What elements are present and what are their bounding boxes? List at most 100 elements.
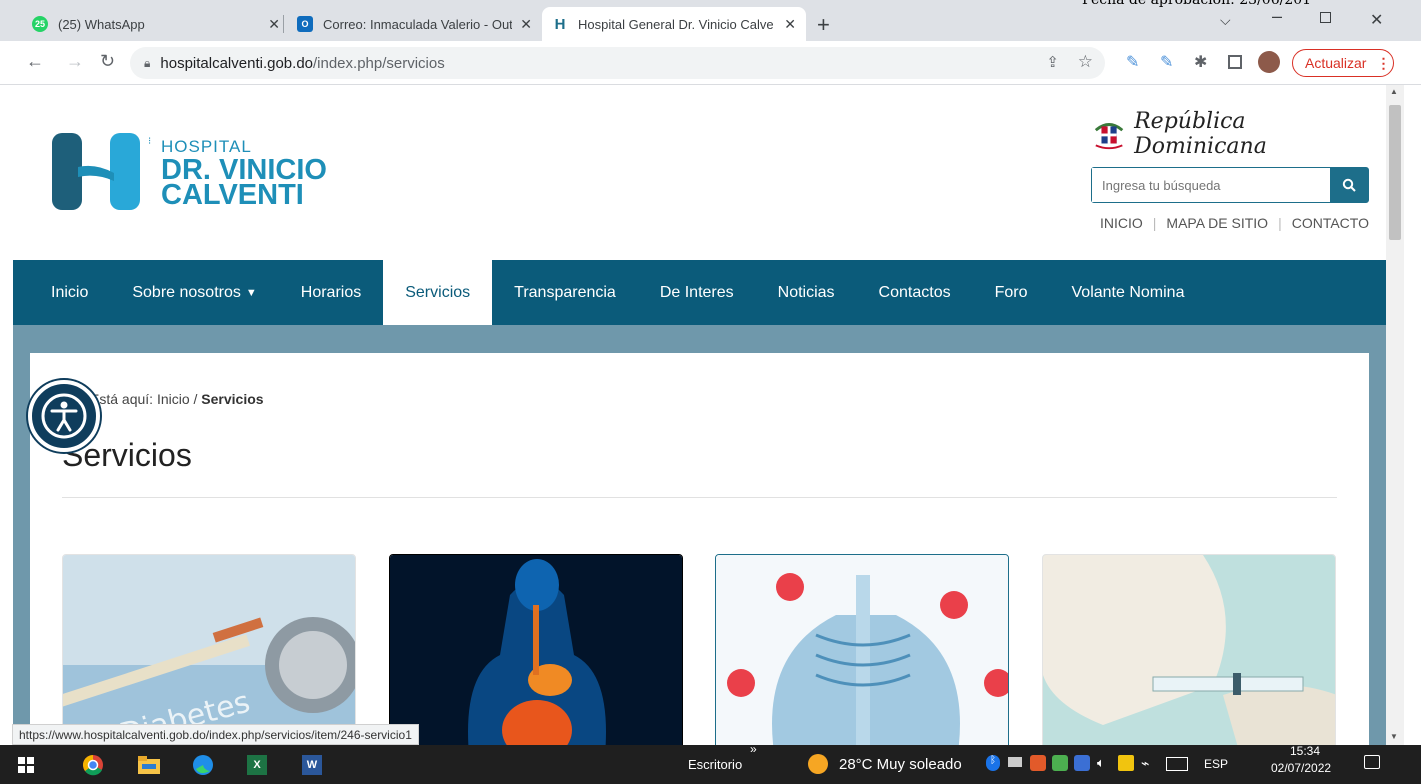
windows-start-icon[interactable] [18, 757, 34, 773]
nav-noticias[interactable]: Noticias [756, 260, 857, 325]
file-explorer-icon[interactable] [138, 756, 160, 774]
search-button[interactable] [1330, 168, 1368, 202]
nav-inicio[interactable]: Inicio [13, 260, 110, 325]
bookmark-star-icon[interactable]: ☆ [1078, 52, 1093, 72]
tray-icon[interactable] [1008, 757, 1022, 767]
network-icon[interactable]: ⌁ [1141, 755, 1149, 772]
nav-label: De Interes [659, 283, 734, 301]
main-nav: Inicio Sobre nosotros ▼ Horarios Servicio… [13, 260, 1386, 325]
windows-taskbar: X W Escritorio » 28°C Muy soleado ᛒ 🔈︎ ⌁… [0, 742, 1421, 784]
tray-icon[interactable] [1074, 755, 1090, 771]
minimize-icon[interactable]: – [1272, 6, 1282, 27]
close-window-icon[interactable]: ✕ [1370, 10, 1383, 30]
service-card-diabetes[interactable]: Diabetes [62, 554, 356, 745]
nav-label: Transparencia [514, 283, 616, 301]
page-scrollbar[interactable]: ▲ ▼ [1386, 85, 1404, 745]
divider: | [1152, 215, 1157, 231]
tray-icon[interactable] [1030, 755, 1046, 771]
kebab-menu-icon: ⋮ [1376, 54, 1391, 71]
desktop-toolbar-label[interactable]: Escritorio [688, 757, 742, 772]
tab-whatsapp[interactable]: 25 (25) WhatsApp ✕ [22, 7, 290, 41]
update-button[interactable]: Actualizar ⋮ [1292, 49, 1394, 77]
clock-time[interactable]: 15:34 [1290, 744, 1320, 758]
extension-pen-icon[interactable]: ✎ [1126, 52, 1139, 72]
service-card-injection[interactable] [1042, 554, 1336, 745]
outlook-icon: O [297, 16, 313, 32]
scrollbar-thumb[interactable] [1389, 105, 1401, 240]
hospital-favicon-icon: H [554, 15, 566, 33]
web-page: ⁝ HOSPITAL DR. VINICIO CALVENTI Repúblic… [0, 85, 1386, 745]
profile-avatar[interactable] [1258, 51, 1280, 73]
share-icon[interactable]: ⇪ [1046, 53, 1059, 71]
gloved-hands-syringe-image [1043, 555, 1335, 745]
accessibility-icon [41, 393, 87, 439]
update-label: Actualizar [1305, 55, 1367, 71]
notifications-icon[interactable] [1364, 755, 1380, 769]
chrome-icon[interactable] [82, 754, 104, 776]
nav-foro[interactable]: Foro [973, 260, 1050, 325]
close-tab-icon[interactable]: ✕ [268, 16, 280, 33]
nav-servicios[interactable]: Servicios [383, 260, 493, 325]
hospital-logo[interactable]: ⁝ HOSPITAL DR. VINICIO CALVENTI [48, 133, 388, 213]
search-input[interactable] [1092, 168, 1330, 202]
word-icon[interactable]: W [302, 755, 322, 775]
scroll-down-icon[interactable]: ▼ [1390, 732, 1398, 741]
back-icon[interactable]: ← [26, 51, 44, 72]
volume-icon[interactable]: 🔈︎ [1097, 755, 1105, 771]
clock-date[interactable]: 02/07/2022 [1271, 761, 1331, 775]
lock-icon: 🔒︎ [144, 55, 151, 70]
address-bar[interactable]: 🔒︎ hospitalcalventi.gob.do/index.php/ser… [130, 47, 1105, 79]
tab-search-icon[interactable]: ⌵ [1220, 12, 1231, 29]
breadcrumb-current: Servicios [201, 391, 264, 407]
restore-icon[interactable] [1320, 12, 1331, 23]
breadcrumb-home[interactable]: Inicio [157, 391, 190, 407]
toplink-mapa-de-sitio[interactable]: MAPA DE SITIO [1166, 215, 1268, 231]
tray-icon[interactable] [1052, 755, 1068, 771]
nav-horarios[interactable]: Horarios [279, 260, 383, 325]
search-icon [1342, 178, 1356, 192]
close-tab-icon[interactable]: ✕ [520, 16, 532, 33]
tab-outlook[interactable]: O Correo: Inmaculada Valerio - Out ✕ [287, 7, 542, 41]
edge-icon[interactable] [192, 754, 214, 776]
extension-pen-icon[interactable]: ✎ [1160, 52, 1173, 72]
toplink-inicio[interactable]: INICIO [1100, 215, 1143, 231]
divider: | [1278, 215, 1282, 231]
chevron-right-icon[interactable]: » [750, 742, 757, 756]
hospital-h-logo-icon [52, 133, 140, 210]
chevron-down-icon: ▼ [245, 286, 257, 299]
nav-transparencia[interactable]: Transparencia [492, 260, 638, 325]
nav-sobre-nosotros[interactable]: Sobre nosotros ▼ [110, 260, 278, 325]
address-path: /index.php/servicios [313, 54, 445, 72]
skeleton-joints-image [716, 555, 1008, 745]
reload-icon[interactable]: ↻ [100, 51, 115, 72]
language-indicator[interactable]: ESP [1204, 757, 1228, 771]
tray-icon[interactable] [1118, 755, 1134, 771]
rd-label: República Dominicana [1134, 109, 1267, 159]
extensions-puzzle-icon[interactable]: ✱ [1194, 52, 1207, 72]
service-card-bones[interactable] [715, 554, 1009, 745]
toplink-contacto[interactable]: CONTACTO [1292, 215, 1369, 231]
bluetooth-icon[interactable]: ᛒ [986, 755, 1000, 771]
side-panel-icon[interactable] [1228, 55, 1242, 69]
nav-volante-nomina[interactable]: Volante Nomina [1050, 260, 1207, 325]
close-tab-icon[interactable]: ✕ [784, 16, 796, 33]
new-tab-icon[interactable]: + [817, 12, 830, 38]
breadcrumb: Está aquí: Inicio / Servicios [90, 391, 264, 407]
weather-text[interactable]: 28°C Muy soleado [839, 756, 962, 773]
scroll-up-icon[interactable]: ▲ [1390, 87, 1398, 96]
excel-icon[interactable]: X [247, 755, 267, 775]
republica-dominicana-logo: República Dominicana [1092, 109, 1372, 159]
accessibility-button[interactable] [28, 380, 100, 452]
browser-tab-strip: 25 (25) WhatsApp ✕ O Correo: Inmaculada … [0, 0, 1421, 41]
tab-hospital[interactable]: H Hospital General Dr. Vinicio Calve ✕ [542, 7, 806, 41]
service-card-digestive[interactable] [389, 554, 683, 745]
address-host: hospitalcalventi.gob.do [160, 54, 313, 72]
nav-contactos[interactable]: Contactos [857, 260, 973, 325]
coat-of-arms-icon [1094, 123, 1124, 150]
nav-de-interes[interactable]: De Interes [638, 260, 756, 325]
divider [62, 497, 1337, 498]
forward-icon[interactable]: → [66, 51, 84, 72]
nav-label: Contactos [878, 283, 951, 301]
keyboard-icon[interactable] [1166, 757, 1188, 771]
breadcrumb-prefix: Está aquí: [90, 391, 154, 407]
